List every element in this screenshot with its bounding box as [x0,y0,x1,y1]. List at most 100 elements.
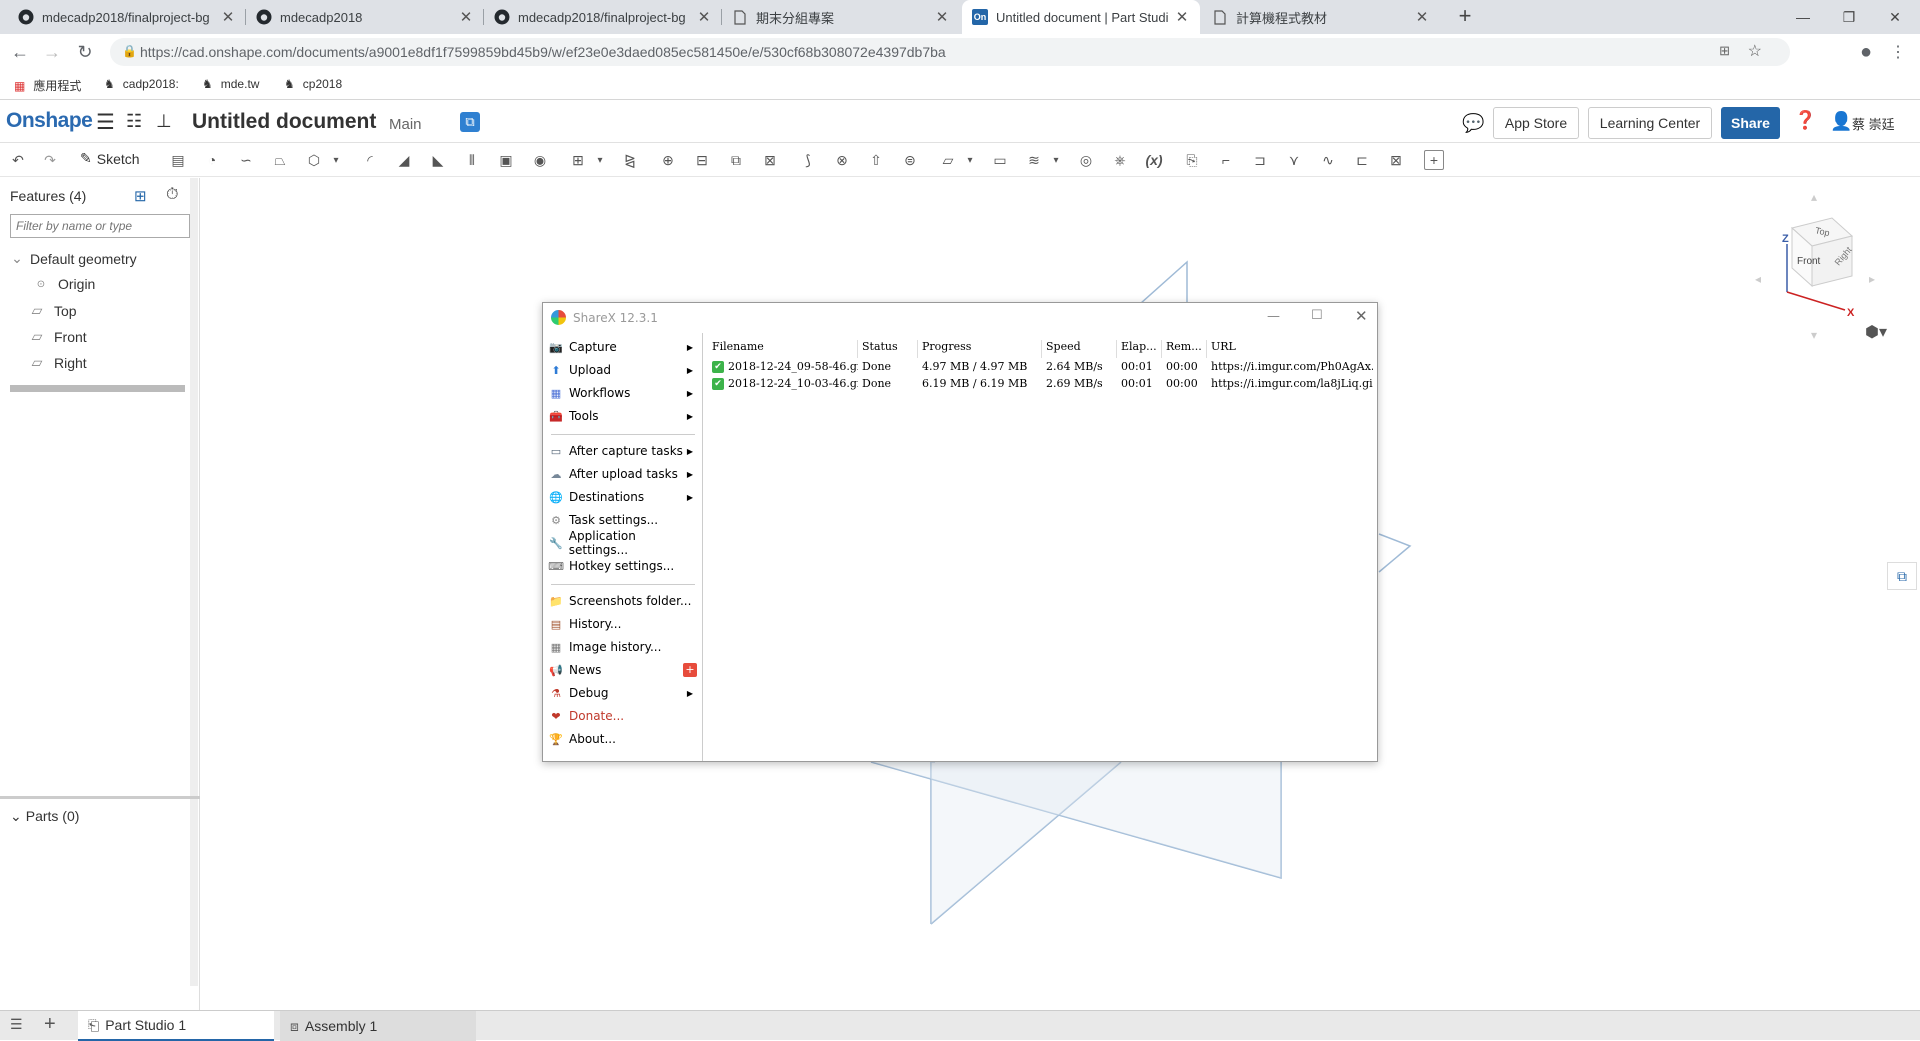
hamburger-menu-icon[interactable]: ☰ [96,110,115,135]
share-button[interactable]: Share [1721,107,1780,139]
column-header[interactable]: Filename [708,340,858,358]
delete-part-icon[interactable]: ⊠ [760,150,780,170]
reload-icon[interactable]: ↻ [73,40,97,64]
menu-item-workflows[interactable]: ▦ Workflows ▶ [549,382,697,404]
rib-icon[interactable]: ⫴ [462,150,482,170]
menu-item-application-settings[interactable]: 🔧 Application settings... [549,529,697,557]
tree-item-right[interactable]: ▱ Right [30,354,87,371]
parts-list-header[interactable]: ⌄ Parts (0) [10,808,79,825]
bookmark-item[interactable]: ♞ mde.tw [202,77,259,91]
tab-icon[interactable]: ⊐ [1250,150,1270,170]
tab-assembly-1[interactable]: ⧈ Assembly 1 [280,1011,476,1041]
menu-item-history[interactable]: ▤ History... [549,613,697,635]
view-mode-icon[interactable]: ⬢▾ [1865,322,1887,342]
maximize-icon[interactable]: ☐ [1311,308,1323,323]
rollback-bar[interactable] [10,385,185,392]
tree-item-origin[interactable]: ⊙ Origin [34,276,96,292]
avatar[interactable]: 👤 [1830,111,1852,132]
transform-icon[interactable]: ⧉ [726,150,746,170]
close-icon[interactable]: ✕ [458,8,474,26]
column-header[interactable]: URL [1207,340,1373,358]
forward-icon[interactable]: → [40,40,64,64]
tab-part-studio-1[interactable]: ⎗ Part Studio 1 [78,1011,274,1041]
chevron-down-icon[interactable]: ▾ [590,150,610,170]
boolean-icon[interactable]: ⊕ [658,150,678,170]
appearance-panel-icon[interactable]: ⧉ [1887,562,1917,590]
rotate-down-arrow-icon[interactable]: ▾ [1811,328,1817,342]
plane-icon[interactable]: ⏥ [938,150,958,170]
redo-icon[interactable]: ↷ [40,150,60,170]
table-row[interactable]: ✔ 2018-12-24_09-58-46.gif Done 4.97 MB /… [708,359,1373,376]
column-header[interactable]: Status [858,340,918,358]
filter-input[interactable] [10,214,190,238]
branch-label[interactable]: Main [389,116,422,133]
menu-item-after-upload-tasks[interactable]: ☁ After upload tasks ▶ [549,463,697,485]
close-icon[interactable]: ✕ [1414,8,1430,26]
helix-icon[interactable]: ◎ [1076,150,1096,170]
view-cube[interactable]: Top Front Right Z X [1757,198,1877,319]
close-icon[interactable]: ✕ [1355,307,1368,325]
menu-item-about[interactable]: 🏆 About... [549,728,697,750]
menu-item-tools[interactable]: 🧰 Tools ▶ [549,405,697,427]
add-tab-icon[interactable]: + [44,1013,56,1036]
minimize-icon[interactable]: — [1780,0,1826,34]
replace-face-icon[interactable]: ⊜ [900,150,920,170]
close-icon[interactable]: ✕ [934,8,950,26]
app-store-button[interactable]: App Store [1493,107,1579,139]
chamfer-icon[interactable]: ◢ [394,150,414,170]
close-icon[interactable]: ✕ [696,8,712,26]
sweep-icon[interactable]: ∽ [236,150,256,170]
shell-icon[interactable]: ▣ [496,150,516,170]
help-icon[interactable]: ❓ [1794,110,1816,131]
column-header[interactable]: Speed [1042,340,1117,358]
rotate-left-arrow-icon[interactable]: ◂ [1755,272,1761,286]
browser-tab[interactable]: mdecadp2018 ✕ [246,0,484,34]
close-icon[interactable]: ✕ [220,8,236,26]
comments-icon[interactable]: 💬 [1462,113,1484,134]
delete-face-icon[interactable]: ⊗ [832,150,852,170]
tab-list-icon[interactable]: ☰ [10,1016,23,1033]
user-name[interactable]: 蔡 崇廷 [1852,114,1895,133]
sketch-button[interactable]: ✎ Sketch [80,150,140,167]
address-bar[interactable]: 🔒 https://cad.onshape.com/documents/a900… [110,38,1790,66]
bookmark-item[interactable]: ♞ cadp2018: [104,77,179,91]
menu-item-donate[interactable]: ❤ Donate... [549,705,697,727]
menu-item-upload[interactable]: ⬆ Upload ▶ [549,359,697,381]
variable-icon[interactable]: (x) [1144,150,1164,170]
table-row[interactable]: ✔ 2018-12-24_10-03-46.gif Done 6.19 MB /… [708,376,1373,393]
browser-tab[interactable]: mdecadp2018/finalproject-bg ✕ [484,0,722,34]
onshape-logo[interactable]: Onshape [6,109,93,133]
fillet-icon[interactable]: ◜ [360,150,380,170]
version-graph-icon[interactable]: ⧉ [460,112,480,132]
extrude-icon[interactable]: ▤ [168,150,188,170]
rotate-up-arrow-icon[interactable]: ▴ [1811,190,1817,204]
thicken-icon[interactable]: ⬡ [304,150,324,170]
browser-tab[interactable]: mdecadp2018/finalproject-bg ✕ [8,0,246,34]
new-tab-button[interactable]: + [1452,4,1478,30]
form-icon[interactable]: ∿ [1318,150,1338,170]
mate-connector-icon[interactable]: ▭ [990,150,1010,170]
profile-icon[interactable]: ● [1854,40,1878,64]
menu-item-capture[interactable]: 📷 Capture ▶ [549,336,697,358]
add-folder-icon[interactable]: ⊞ [134,187,147,205]
menu-item-news[interactable]: 📢 News + [549,659,697,681]
column-header[interactable]: Elap... [1117,340,1162,358]
bookmark-apps[interactable]: ▦ 應用程式 [14,77,81,94]
tree-item-front[interactable]: ▱ Front [30,328,87,345]
configuration-icon[interactable]: ⊥ [156,111,172,132]
menu-item-after-capture-tasks[interactable]: ▭ After capture tasks ▶ [549,440,697,462]
sheet-metal-icon[interactable]: ⎘ [1182,150,1202,170]
column-header[interactable]: Rem... [1162,340,1207,358]
draft-icon[interactable]: ◣ [428,150,448,170]
tree-item-top[interactable]: ▱ Top [30,302,77,319]
column-header[interactable]: Progress [918,340,1042,358]
browser-tab[interactable]: 期末分組專案 ✕ [722,0,960,34]
move-face-icon[interactable]: ⇧ [866,150,886,170]
default-geometry-group[interactable]: ⌄ Default geometry [10,250,136,267]
sharex-titlebar[interactable]: ShareX 12.3.1 — ☐ ✕ [543,303,1377,333]
feature-list-icon[interactable]: ☷ [126,111,142,132]
close-icon[interactable]: ✕ [1174,8,1190,26]
chevron-down-icon[interactable]: ▾ [960,150,980,170]
chevron-down-icon[interactable]: ▾ [326,150,346,170]
back-icon[interactable]: ← [8,40,32,64]
